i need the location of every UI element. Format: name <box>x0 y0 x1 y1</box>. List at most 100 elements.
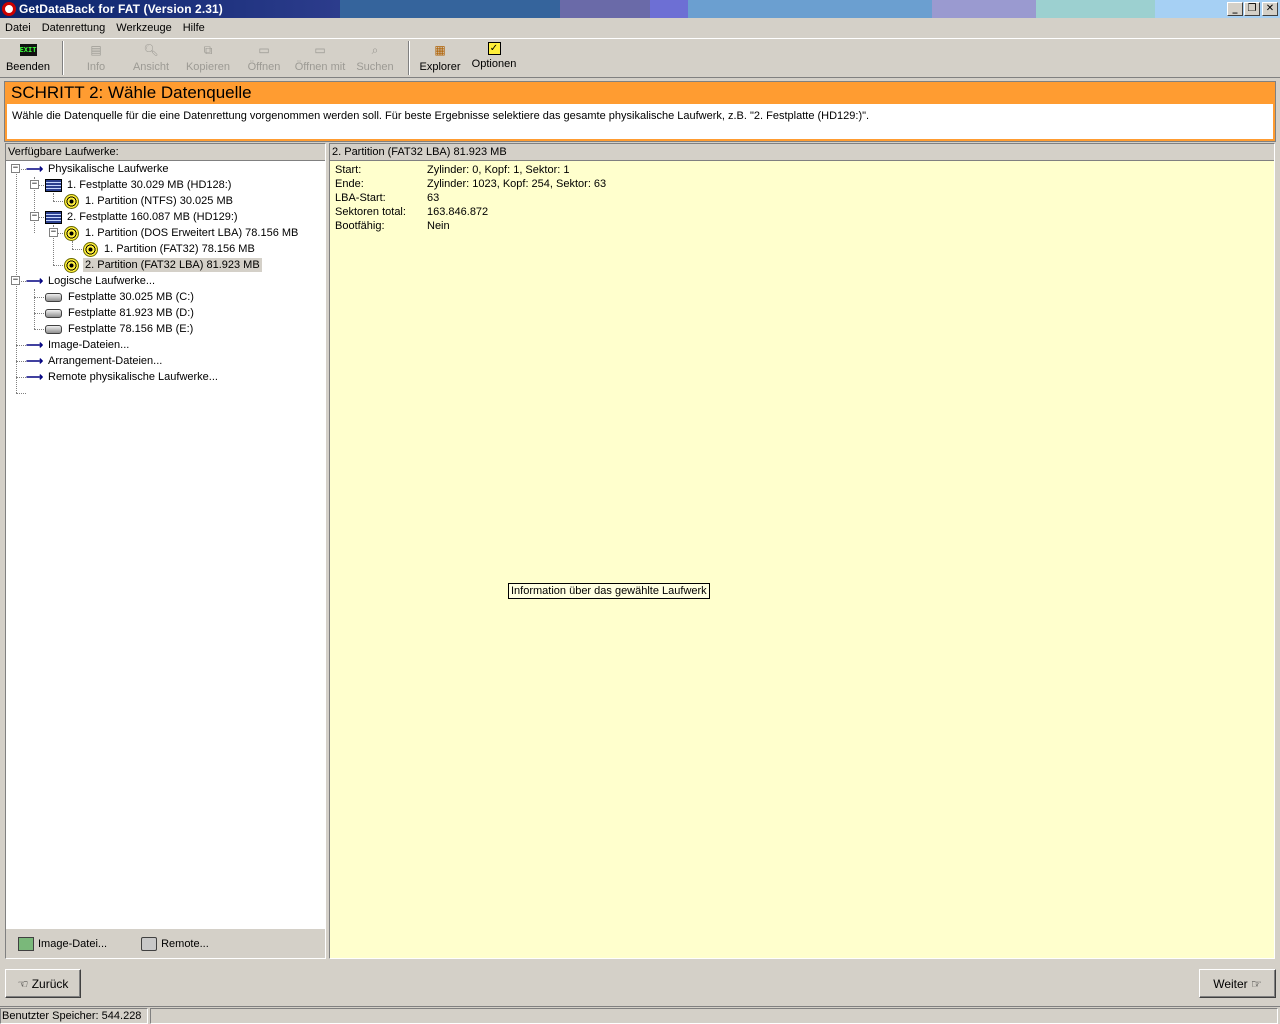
tree-node-disk2-part1[interactable]: 1. Partition (DOS Erweitert LBA) 78.156 … <box>64 225 300 241</box>
tree-node-drive-c[interactable]: Festplatte 30.025 MB (C:) <box>45 289 196 305</box>
info-row-start: Start: Zylinder: 0, Kopf: 1, Sektor: 1 <box>335 164 570 176</box>
tree-line <box>16 377 17 393</box>
drive-info-header: 2. Partition (FAT32 LBA) 81.923 MB <box>330 144 1274 161</box>
collapse-toggle[interactable]: − <box>49 228 58 237</box>
drive-info-list: Start: Zylinder: 0, Kopf: 1, Sektor: 1 E… <box>335 163 606 233</box>
optionen-label: Optionen <box>471 58 517 70</box>
suchen-label: Suchen <box>356 61 394 73</box>
title-bar: GetDataBack for FAT (Version 2.31) _ ❐ ✕ <box>0 0 1280 18</box>
drive-info-panel: 2. Partition (FAT32 LBA) 81.923 MB Start… <box>329 143 1275 959</box>
ansicht-button[interactable]: 🔍︎ Ansicht <box>122 39 180 77</box>
drives-panel-header: Verfügbare Laufwerke: <box>6 144 325 161</box>
minimize-button[interactable]: _ <box>1227 2 1243 16</box>
oeffnen-mit-label: Öffnen mit <box>294 61 346 73</box>
explorer-button[interactable]: ▦ Explorer <box>416 39 464 77</box>
info-icon: ▤ <box>90 43 102 57</box>
info-row-end: Ende: Zylinder: 1023, Kopf: 254, Sektor:… <box>335 178 607 190</box>
tree-line <box>34 329 44 330</box>
open-folder-icon: ▭ <box>258 43 270 57</box>
tree-node-drive-d[interactable]: Festplatte 81.923 MB (D:) <box>45 305 196 321</box>
next-button[interactable]: Weiter ☞ <box>1199 969 1276 998</box>
partition-icon <box>64 225 79 241</box>
kopieren-button[interactable]: ⧉ Kopieren <box>180 39 236 77</box>
tree-node-disk2-part1-sub1[interactable]: 1. Partition (FAT32) 78.156 MB <box>83 241 257 257</box>
oeffnen-mit-button[interactable]: ▭ Öffnen mit <box>292 39 348 77</box>
window-controls: _ ❐ ✕ <box>1226 2 1278 16</box>
hand-right-icon: ☞ <box>1251 976 1262 991</box>
hand-left-icon: ☜ <box>17 976 29 991</box>
tree-node-remote-physical[interactable]: ⟶ Remote physikalische Laufwerke... <box>26 369 220 385</box>
oeffnen-label: Öffnen <box>247 61 281 73</box>
arrow-right-icon: ⟶ <box>26 162 44 176</box>
maximize-button[interactable]: ❐ <box>1244 2 1260 16</box>
kopieren-label: Kopieren <box>185 61 231 73</box>
drives-panel-buttons: Image-Datei... Remote... <box>6 928 325 958</box>
tree-node-disk1[interactable]: 1. Festplatte 30.029 MB (HD128:) <box>45 177 233 193</box>
collapse-toggle[interactable]: − <box>30 180 39 189</box>
exit-icon: EXIT <box>19 44 37 56</box>
toolbar-separator <box>408 41 410 75</box>
info-row-sectors: Sektoren total: 163.846.872 <box>335 206 489 218</box>
menu-datei[interactable]: Datei <box>0 22 37 34</box>
image-file-label: Image-Datei... <box>38 937 108 950</box>
collapse-toggle[interactable]: − <box>11 276 20 285</box>
arrow-right-icon: ⟶ <box>26 274 44 288</box>
image-file-button[interactable]: Image-Datei... <box>18 936 108 951</box>
tree-node-disk1-part1[interactable]: 1. Partition (NTFS) 30.025 MB <box>64 193 235 209</box>
step-description: Wähle die Datenquelle für die eine Daten… <box>12 110 870 122</box>
tree-line <box>16 393 26 394</box>
explorer-label: Explorer <box>419 61 461 73</box>
tree-node-disk2-part2[interactable]: 2. Partition (FAT32 LBA) 81.923 MB <box>64 257 262 273</box>
tree-node-drive-e[interactable]: Festplatte 78.156 MB (E:) <box>45 321 195 337</box>
view-icon: 🔍︎ <box>143 43 159 57</box>
drive-tree[interactable]: − − − − − ⟶ Physikalische Laufwerke 1. F… <box>6 161 325 394</box>
tree-node-image-files[interactable]: ⟶ Image-Dateien... <box>26 337 131 353</box>
arrow-right-icon: ⟶ <box>26 370 44 384</box>
remote-label: Remote... <box>161 937 209 950</box>
ansicht-label: Ansicht <box>132 61 170 73</box>
partition-icon <box>83 241 98 257</box>
window-title: GetDataBack for FAT (Version 2.31) <box>19 2 223 16</box>
step-title: SCHRITT 2: Wähle Datenquelle <box>5 82 1275 104</box>
memory-status: Benutzter Speicher: 544.228 <box>0 1008 148 1024</box>
status-empty <box>150 1008 1278 1024</box>
app-icon[interactable] <box>2 2 16 16</box>
options-icon: ✓ <box>487 42 501 55</box>
tree-line <box>72 241 73 249</box>
tree-line <box>53 265 63 266</box>
hard-disk-icon <box>45 210 62 224</box>
tree-node-logical[interactable]: ⟶ Logische Laufwerke... <box>26 273 157 289</box>
back-button[interactable]: ☜ Zurück <box>5 969 81 998</box>
remote-button[interactable]: Remote... <box>141 936 209 951</box>
tree-line <box>53 201 63 202</box>
info-row-bootable: Bootfähig: Nein <box>335 220 450 232</box>
menu-werkzeuge[interactable]: Werkzeuge <box>111 22 177 34</box>
tree-line <box>53 193 54 201</box>
drive-icon <box>45 292 62 302</box>
drive-icon <box>45 324 62 334</box>
tree-line <box>34 313 44 314</box>
collapse-toggle[interactable]: − <box>30 212 39 221</box>
tree-line <box>34 297 44 298</box>
menu-datenrettung[interactable]: Datenrettung <box>37 22 112 34</box>
info-button[interactable]: ▤ Info <box>70 39 122 77</box>
tree-node-arrangement-files[interactable]: ⟶ Arrangement-Dateien... <box>26 353 164 369</box>
optionen-button[interactable]: ✓ Optionen <box>464 39 524 77</box>
drives-panel: Verfügbare Laufwerke: − − − − − ⟶ Physik… <box>5 143 326 959</box>
open-with-icon: ▭ <box>314 43 326 57</box>
tooltip: Information über das gewählte Laufwerk <box>508 583 710 599</box>
info-row-lba-start: LBA-Start: 63 <box>335 192 440 204</box>
hard-disk-icon <box>45 178 62 192</box>
collapse-toggle[interactable]: − <box>11 164 20 173</box>
suchen-button[interactable]: ⌕ Suchen <box>348 39 402 77</box>
drive-icon <box>45 308 62 318</box>
status-bar: Benutzter Speicher: 544.228 <box>0 1006 1280 1024</box>
close-button[interactable]: ✕ <box>1262 2 1278 16</box>
oeffnen-button[interactable]: ▭ Öffnen <box>236 39 292 77</box>
network-icon <box>141 936 158 951</box>
tree-node-physical[interactable]: ⟶ Physikalische Laufwerke <box>26 161 170 177</box>
tree-node-disk2[interactable]: 2. Festplatte 160.087 MB (HD129:) <box>45 209 240 225</box>
menu-hilfe[interactable]: Hilfe <box>178 22 211 34</box>
tree-line <box>34 289 35 329</box>
beenden-button[interactable]: EXIT Beenden <box>0 39 56 77</box>
